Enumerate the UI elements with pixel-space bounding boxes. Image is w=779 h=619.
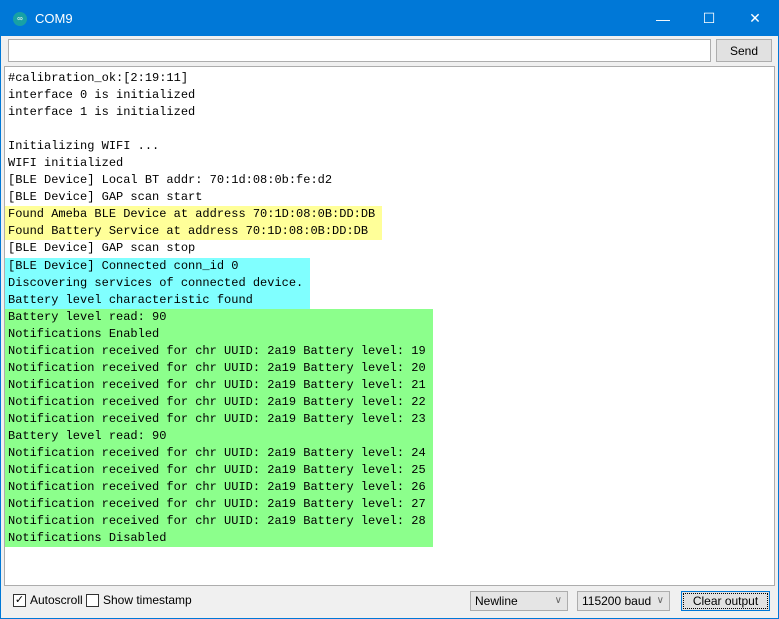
output-line: [BLE Device] GAP scan start — [8, 190, 203, 204]
close-icon[interactable]: ✕ — [732, 1, 778, 36]
baud-select[interactable]: 115200 baud ∨ — [577, 591, 670, 611]
output-line: [BLE Device] Connected conn_id 0 — [8, 259, 239, 273]
output-line: Notification received for chr UUID: 2a19… — [8, 412, 426, 426]
output-block: Found Ameba BLE Device at address 70:1D:… — [5, 206, 383, 240]
arduino-logo-icon: ∞ — [13, 11, 27, 26]
output-line: Found Battery Service at address 70:1D:0… — [8, 224, 369, 238]
maximize-icon[interactable]: ☐ — [686, 1, 732, 36]
output-block: Battery level read: 90 Notifications Enab… — [5, 309, 433, 547]
send-button[interactable]: Send — [716, 39, 772, 62]
output-line: WIFI initialized — [8, 156, 124, 170]
chevron-down-icon: ∨ — [554, 595, 562, 606]
output-line: Found Ameba BLE Device at address 70:1D:… — [8, 207, 376, 221]
output-line: Notifications Enabled — [8, 327, 160, 341]
output-block: [BLE Device] GAP scan stop — [5, 240, 203, 257]
output-line: Notification received for chr UUID: 2a19… — [8, 378, 426, 392]
output-line: Notification received for chr UUID: 2a19… — [8, 395, 426, 409]
output-line: [BLE Device] GAP scan stop — [8, 241, 196, 255]
output-line: Discovering services of connected device… — [8, 276, 304, 290]
footer-bar: ✓ Autoscroll Show timestamp Newline ∨ 115… — [1, 589, 778, 617]
serial-output[interactable]: #calibration_ok:[2:19:11] interface 0 is … — [4, 66, 775, 586]
title-bar: ∞ COM9 — ☐ ✕ — [1, 1, 778, 36]
output-line: Notification received for chr UUID: 2a19… — [8, 446, 426, 460]
show-timestamp-checkbox[interactable] — [86, 594, 99, 607]
line-ending-value: Newline — [475, 594, 518, 608]
serial-input[interactable] — [8, 39, 711, 62]
baud-value: 115200 baud — [582, 594, 652, 608]
output-line: Notification received for chr UUID: 2a19… — [8, 344, 426, 358]
output-line: #calibration_ok:[2:19:11] — [8, 71, 189, 85]
clear-output-button[interactable]: Clear output — [681, 591, 770, 611]
output-line: Notification received for chr UUID: 2a19… — [8, 514, 426, 528]
window-title: COM9 — [35, 11, 73, 26]
output-line: Initializing WIFI ... — [8, 139, 160, 153]
output-line: Battery level read: 90 — [8, 429, 167, 443]
output-line: [BLE Device] Local BT addr: 70:1d:08:0b:… — [8, 173, 333, 187]
output-line: Notification received for chr UUID: 2a19… — [8, 361, 426, 375]
autoscroll-checkbox[interactable]: ✓ — [13, 594, 26, 607]
output-line: Notifications Disabled — [8, 531, 167, 545]
output-line: interface 1 is initialized — [8, 105, 196, 119]
output-line: Notification received for chr UUID: 2a19… — [8, 480, 426, 494]
output-line: Battery level characteristic found — [8, 293, 253, 307]
output-block: [BLE Device] Connected conn_id 0 Discover… — [5, 258, 311, 309]
show-timestamp-label: Show timestamp — [103, 593, 192, 607]
output-line: Battery level read: 90 — [8, 310, 167, 324]
line-ending-select[interactable]: Newline ∨ — [470, 591, 568, 611]
output-block: #calibration_ok:[2:19:11] interface 0 is … — [5, 70, 340, 206]
chevron-down-icon: ∨ — [656, 595, 664, 606]
output-line: interface 0 is initialized — [8, 88, 196, 102]
autoscroll-label: Autoscroll — [30, 593, 83, 607]
minimize-icon[interactable]: — — [640, 1, 686, 36]
output-line: Notification received for chr UUID: 2a19… — [8, 463, 426, 477]
output-line: Notification received for chr UUID: 2a19… — [8, 497, 426, 511]
